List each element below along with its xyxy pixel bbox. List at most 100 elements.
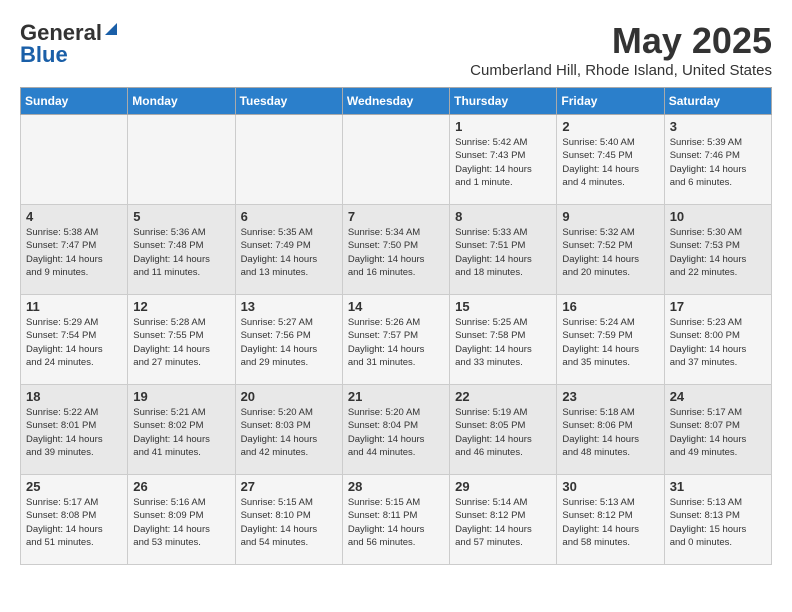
calendar-cell: 28 Sunrise: 5:15 AM Sunset: 8:11 PM Dayli…	[342, 475, 449, 565]
day-number: 5	[133, 209, 229, 224]
calendar-body: 1 Sunrise: 5:42 AM Sunset: 7:43 PM Daylig…	[21, 115, 772, 565]
day-number: 20	[241, 389, 337, 404]
day-info: Sunrise: 5:40 AM Sunset: 7:45 PM Dayligh…	[562, 136, 658, 189]
calendar-cell: 1 Sunrise: 5:42 AM Sunset: 7:43 PM Daylig…	[450, 115, 557, 205]
calendar-cell: 15 Sunrise: 5:25 AM Sunset: 7:58 PM Dayli…	[450, 295, 557, 385]
day-info: Sunrise: 5:26 AM Sunset: 7:57 PM Dayligh…	[348, 316, 444, 369]
calendar-cell: 19Sunrise: 5:21 AM Sunset: 8:02 PM Dayli…	[128, 385, 235, 475]
day-number: 29	[455, 479, 551, 494]
calendar-cell: 8Sunrise: 5:33 AM Sunset: 7:51 PM Daylig…	[450, 205, 557, 295]
day-number: 7	[348, 209, 444, 224]
day-number: 4	[26, 209, 122, 224]
day-info: Sunrise: 5:25 AM Sunset: 7:58 PM Dayligh…	[455, 316, 551, 369]
title-area: May 2025 Cumberland Hill, Rhode Island, …	[470, 20, 772, 79]
calendar-cell	[342, 115, 449, 205]
day-info: Sunrise: 5:23 AM Sunset: 8:00 PM Dayligh…	[670, 316, 766, 369]
day-number: 17	[670, 299, 766, 314]
day-header-saturday: Saturday	[664, 88, 771, 115]
calendar-cell	[128, 115, 235, 205]
day-number: 31	[670, 479, 766, 494]
day-info: Sunrise: 5:17 AM Sunset: 8:07 PM Dayligh…	[670, 406, 766, 459]
day-info: Sunrise: 5:13 AM Sunset: 8:12 PM Dayligh…	[562, 496, 658, 549]
calendar-cell: 9 Sunrise: 5:32 AM Sunset: 7:52 PM Daylig…	[557, 205, 664, 295]
day-info: Sunrise: 5:38 AM Sunset: 7:47 PM Dayligh…	[26, 226, 122, 279]
calendar-cell	[21, 115, 128, 205]
day-info: Sunrise: 5:36 AM Sunset: 7:48 PM Dayligh…	[133, 226, 229, 279]
week-row-4: 18 Sunrise: 5:22 AM Sunset: 8:01 PM Dayli…	[21, 385, 772, 475]
logo-blue: Blue	[20, 42, 68, 68]
day-info: Sunrise: 5:28 AM Sunset: 7:55 PM Dayligh…	[133, 316, 229, 369]
day-info: Sunrise: 5:30 AM Sunset: 7:53 PM Dayligh…	[670, 226, 766, 279]
calendar-cell: 16 Sunrise: 5:24 AM Sunset: 7:59 PM Dayli…	[557, 295, 664, 385]
calendar-cell: 14 Sunrise: 5:26 AM Sunset: 7:57 PM Dayli…	[342, 295, 449, 385]
day-info: Sunrise: 5:39 AM Sunset: 7:46 PM Dayligh…	[670, 136, 766, 189]
day-info: Sunrise: 5:15 AM Sunset: 8:11 PM Dayligh…	[348, 496, 444, 549]
calendar-cell: 30 Sunrise: 5:13 AM Sunset: 8:12 PM Dayli…	[557, 475, 664, 565]
day-info: Sunrise: 5:24 AM Sunset: 7:59 PM Dayligh…	[562, 316, 658, 369]
calendar-cell: 20 Sunrise: 5:20 AM Sunset: 8:03 PM Dayli…	[235, 385, 342, 475]
day-number: 9	[562, 209, 658, 224]
day-info: Sunrise: 5:29 AM Sunset: 7:54 PM Dayligh…	[26, 316, 122, 369]
calendar-cell: 25Sunrise: 5:17 AM Sunset: 8:08 PM Dayli…	[21, 475, 128, 565]
calendar-header-row: SundayMondayTuesdayWednesdayThursdayFrid…	[21, 88, 772, 115]
day-number: 30	[562, 479, 658, 494]
day-info: Sunrise: 5:27 AM Sunset: 7:56 PM Dayligh…	[241, 316, 337, 369]
calendar-cell: 3 Sunrise: 5:39 AM Sunset: 7:46 PM Daylig…	[664, 115, 771, 205]
day-info: Sunrise: 5:20 AM Sunset: 8:04 PM Dayligh…	[348, 406, 444, 459]
day-number: 6	[241, 209, 337, 224]
day-number: 16	[562, 299, 658, 314]
calendar-cell: 18 Sunrise: 5:22 AM Sunset: 8:01 PM Dayli…	[21, 385, 128, 475]
calendar-cell: 7 Sunrise: 5:34 AM Sunset: 7:50 PM Daylig…	[342, 205, 449, 295]
calendar-cell: 11 Sunrise: 5:29 AM Sunset: 7:54 PM Dayli…	[21, 295, 128, 385]
week-row-2: 4 Sunrise: 5:38 AM Sunset: 7:47 PM Daylig…	[21, 205, 772, 295]
day-number: 18	[26, 389, 122, 404]
day-number: 11	[26, 299, 122, 314]
day-number: 10	[670, 209, 766, 224]
day-number: 25	[26, 479, 122, 494]
calendar-cell: 17 Sunrise: 5:23 AM Sunset: 8:00 PM Dayli…	[664, 295, 771, 385]
header: General Blue May 2025 Cumberland Hill, R…	[20, 20, 772, 79]
day-info: Sunrise: 5:16 AM Sunset: 8:09 PM Dayligh…	[133, 496, 229, 549]
calendar-cell: 26 Sunrise: 5:16 AM Sunset: 8:09 PM Dayli…	[128, 475, 235, 565]
day-number: 15	[455, 299, 551, 314]
calendar-cell: 6Sunrise: 5:35 AM Sunset: 7:49 PM Daylig…	[235, 205, 342, 295]
calendar-cell: 2Sunrise: 5:40 AM Sunset: 7:45 PM Daylig…	[557, 115, 664, 205]
day-number: 23	[562, 389, 658, 404]
day-header-friday: Friday	[557, 88, 664, 115]
day-info: Sunrise: 5:20 AM Sunset: 8:03 PM Dayligh…	[241, 406, 337, 459]
week-row-5: 25Sunrise: 5:17 AM Sunset: 8:08 PM Dayli…	[21, 475, 772, 565]
day-info: Sunrise: 5:18 AM Sunset: 8:06 PM Dayligh…	[562, 406, 658, 459]
logo: General Blue	[20, 20, 117, 68]
day-number: 26	[133, 479, 229, 494]
calendar-cell: 4 Sunrise: 5:38 AM Sunset: 7:47 PM Daylig…	[21, 205, 128, 295]
calendar-cell: 23 Sunrise: 5:18 AM Sunset: 8:06 PM Dayli…	[557, 385, 664, 475]
calendar-cell: 22Sunrise: 5:19 AM Sunset: 8:05 PM Dayli…	[450, 385, 557, 475]
day-info: Sunrise: 5:42 AM Sunset: 7:43 PM Dayligh…	[455, 136, 551, 189]
day-info: Sunrise: 5:32 AM Sunset: 7:52 PM Dayligh…	[562, 226, 658, 279]
day-info: Sunrise: 5:22 AM Sunset: 8:01 PM Dayligh…	[26, 406, 122, 459]
day-number: 3	[670, 119, 766, 134]
day-number: 24	[670, 389, 766, 404]
day-number: 28	[348, 479, 444, 494]
calendar-cell: 31Sunrise: 5:13 AM Sunset: 8:13 PM Dayli…	[664, 475, 771, 565]
day-info: Sunrise: 5:21 AM Sunset: 8:02 PM Dayligh…	[133, 406, 229, 459]
day-number: 14	[348, 299, 444, 314]
day-number: 21	[348, 389, 444, 404]
day-header-sunday: Sunday	[21, 88, 128, 115]
calendar-cell: 24 Sunrise: 5:17 AM Sunset: 8:07 PM Dayli…	[664, 385, 771, 475]
day-number: 27	[241, 479, 337, 494]
calendar-table: SundayMondayTuesdayWednesdayThursdayFrid…	[20, 87, 772, 565]
day-number: 8	[455, 209, 551, 224]
day-number: 1	[455, 119, 551, 134]
week-row-1: 1 Sunrise: 5:42 AM Sunset: 7:43 PM Daylig…	[21, 115, 772, 205]
calendar-cell: 21 Sunrise: 5:20 AM Sunset: 8:04 PM Dayli…	[342, 385, 449, 475]
day-number: 13	[241, 299, 337, 314]
calendar-cell: 12Sunrise: 5:28 AM Sunset: 7:55 PM Dayli…	[128, 295, 235, 385]
calendar-cell: 5 Sunrise: 5:36 AM Sunset: 7:48 PM Daylig…	[128, 205, 235, 295]
day-number: 22	[455, 389, 551, 404]
day-header-wednesday: Wednesday	[342, 88, 449, 115]
day-info: Sunrise: 5:34 AM Sunset: 7:50 PM Dayligh…	[348, 226, 444, 279]
calendar-cell: 27Sunrise: 5:15 AM Sunset: 8:10 PM Dayli…	[235, 475, 342, 565]
day-header-tuesday: Tuesday	[235, 88, 342, 115]
calendar-cell: 10 Sunrise: 5:30 AM Sunset: 7:53 PM Dayli…	[664, 205, 771, 295]
